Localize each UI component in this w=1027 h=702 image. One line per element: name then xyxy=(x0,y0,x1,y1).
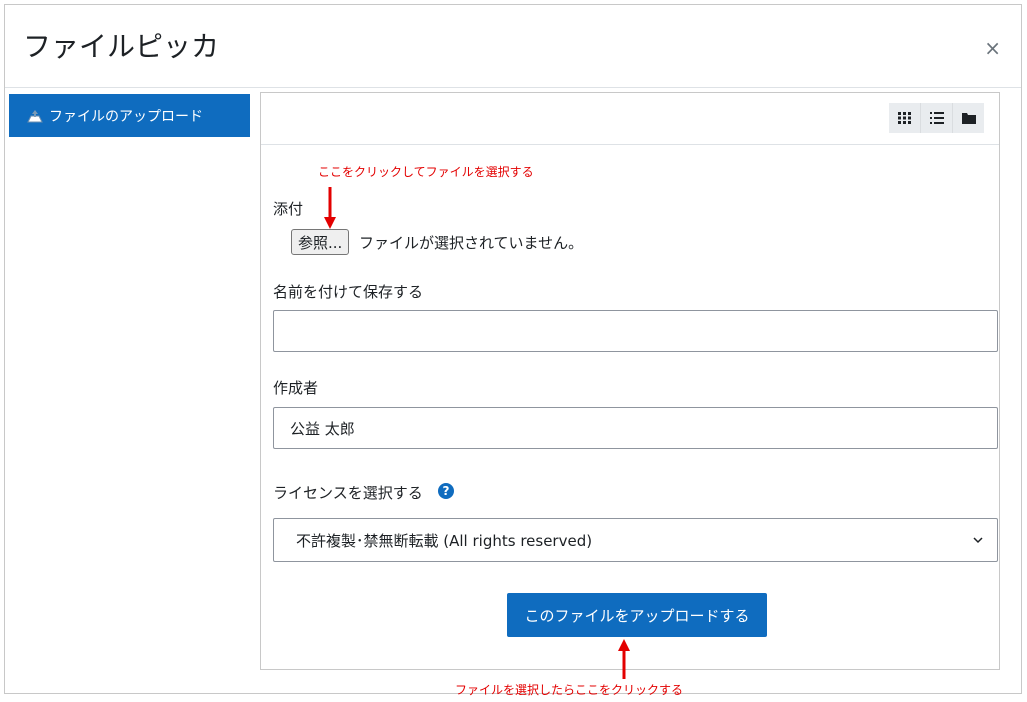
upload-file-button[interactable]: このファイルをアップロードする xyxy=(507,593,767,637)
annotation-click-upload: ファイルを選択したらここをクリックする xyxy=(455,683,684,697)
save-as-label: 名前を付けて保存する xyxy=(273,283,424,301)
no-file-text: ファイルが選択されていません。 xyxy=(359,234,584,252)
folder-view-icon[interactable] xyxy=(953,103,984,133)
view-toolbar xyxy=(261,93,999,145)
author-input[interactable]: 公益 太郎 xyxy=(273,407,998,449)
sidebar-item-upload[interactable]: ファイルのアップロード xyxy=(9,94,250,137)
attachment-label: 添付 xyxy=(273,200,304,218)
dialog-title: ファイルピッカ xyxy=(23,30,220,63)
annotation-select-file: ここをクリックしてファイルを選択する xyxy=(318,165,534,179)
license-selected-value: 不許複製･禁無断転載 (All rights reserved) xyxy=(296,531,593,550)
sidebar-item-label: ファイルのアップロード xyxy=(49,108,203,125)
upload-icon xyxy=(27,109,43,123)
help-icon[interactable]: ? xyxy=(438,483,454,499)
license-select[interactable]: 不許複製･禁無断転載 (All rights reserved) xyxy=(273,518,998,562)
license-label: ライセンスを選択する xyxy=(273,484,423,502)
browse-button[interactable]: 参照... xyxy=(291,229,350,255)
dialog-header: ファイルピッカ × xyxy=(5,5,1021,88)
grid-view-icon[interactable] xyxy=(889,103,921,133)
save-as-input[interactable] xyxy=(273,310,998,352)
author-label: 作成者 xyxy=(273,379,319,397)
arrow-up-icon xyxy=(618,639,630,679)
close-icon[interactable]: × xyxy=(984,38,1001,58)
chevron-down-icon xyxy=(973,537,983,544)
arrow-down-icon xyxy=(324,187,336,229)
list-view-icon[interactable] xyxy=(921,103,953,133)
